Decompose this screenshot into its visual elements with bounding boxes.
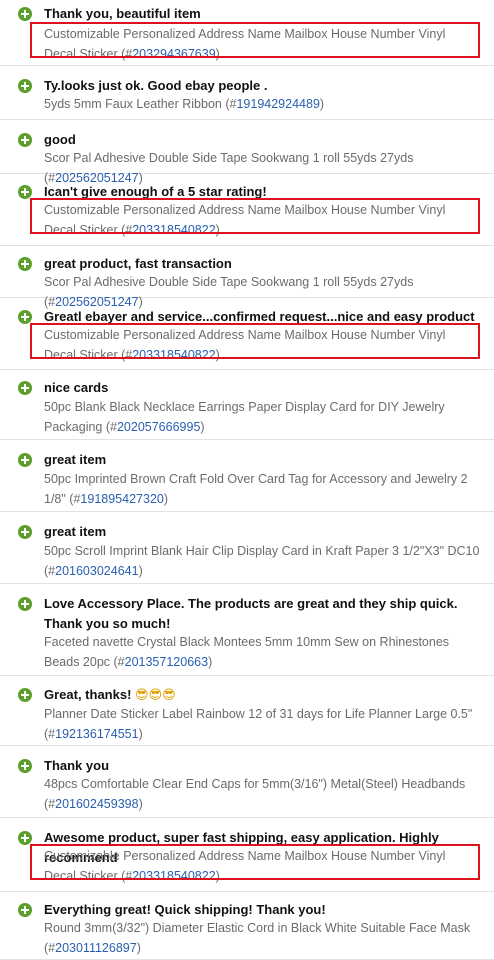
feedback-item: Love Accessory Place. The products are g…: [0, 584, 494, 676]
feedback-comment: nice cards: [44, 378, 486, 398]
highlight-box: [30, 323, 480, 359]
feedback-comment: good: [44, 130, 486, 150]
feedback-comment: great item: [44, 450, 486, 470]
positive-feedback-icon: [18, 79, 32, 93]
positive-feedback-icon: [18, 133, 32, 147]
positive-feedback-icon: [18, 597, 32, 611]
feedback-comment-text: Everything great! Quick shipping! Thank …: [44, 902, 326, 917]
feedback-item: Thank you 48pcs Comfortable Clear End Cap…: [0, 746, 494, 818]
feedback-comment: Love Accessory Place. The products are g…: [44, 594, 486, 634]
item-id-link[interactable]: 201357120663: [125, 655, 208, 669]
feedback-comment-text: Ty.looks just ok. Good ebay people .: [44, 78, 268, 93]
feedback-comment-text: Thank you: [44, 758, 110, 773]
item-id-link[interactable]: 201602459398: [55, 797, 138, 811]
feedback-item: Greatl ebayer and service...confirmed re…: [0, 298, 494, 370]
feedback-item: Ty.looks just ok. Good ebay people . 5yds…: [0, 66, 494, 120]
feedback-item: Awesome product, super fast shipping, ea…: [0, 818, 494, 892]
product-line: 48pcs Comfortable Clear End Caps for 5mm…: [44, 777, 466, 811]
positive-feedback-icon: [18, 831, 32, 845]
product-title: 48pcs Comfortable Clear End Caps for 5mm…: [44, 777, 466, 791]
feedback-comment-text: great item: [44, 452, 107, 467]
positive-feedback-icon: [18, 7, 32, 21]
product-line: Round 3mm(3/32") Diameter Elastic Cord i…: [44, 921, 471, 955]
item-id-link[interactable]: 191942924489: [236, 97, 319, 111]
feedback-item: Thank you, beautiful item Customizable Pe…: [0, 0, 494, 66]
feedback-item: nice cards 50pc Blank Black Necklace Earr…: [0, 370, 494, 440]
product-line: 50pc Scroll Imprint Blank Hair Clip Disp…: [44, 544, 480, 578]
highlight-box: [30, 844, 480, 880]
item-id-link[interactable]: 203011126897: [55, 941, 137, 955]
feedback-item: Great, thanks! 😎😎😎 Planner Date Sticker L…: [0, 676, 494, 746]
feedback-item: great item 50pc Scroll Imprint Blank Hair…: [0, 512, 494, 584]
item-id-link[interactable]: 202057666995: [117, 420, 200, 434]
product-title: Round 3mm(3/32") Diameter Elastic Cord i…: [44, 921, 471, 935]
feedback-item: great product, fast transaction Scor Pal …: [0, 246, 494, 309]
positive-feedback-icon: [18, 185, 32, 199]
feedback-comment-text: Ican't give enough of a 5 star rating!: [44, 184, 267, 199]
positive-feedback-icon: [18, 310, 32, 324]
sunglasses-emoji: 😎😎😎: [135, 687, 176, 702]
feedback-comment-text: Greatl ebayer and service...confirmed re…: [44, 309, 475, 324]
product-title: Planner Date Sticker Label Rainbow 12 of…: [44, 707, 473, 721]
positive-feedback-icon: [18, 759, 32, 773]
feedback-item: Everything great! Quick shipping! Thank …: [0, 892, 494, 960]
product-title: Scor Pal Adhesive Double Side Tape Sookw…: [44, 151, 414, 165]
feedback-comment-text: nice cards: [44, 380, 109, 395]
feedback-comment: great item: [44, 522, 486, 542]
positive-feedback-icon: [18, 688, 32, 702]
positive-feedback-icon: [18, 525, 32, 539]
positive-feedback-icon: [18, 453, 32, 467]
product-line: Faceted navette Crystal Black Montees 5m…: [44, 635, 450, 669]
feedback-comment-text: Great, thanks!: [44, 687, 132, 702]
feedback-comment-text: Thank you, beautiful item: [44, 6, 201, 21]
feedback-item: good Scor Pal Adhesive Double Side Tape S…: [0, 120, 494, 185]
product-line: Planner Date Sticker Label Rainbow 12 of…: [44, 707, 473, 741]
feedback-comment: Ty.looks just ok. Good ebay people .: [44, 76, 486, 96]
feedback-comment-text: Love Accessory Place. The products are g…: [44, 596, 458, 631]
feedback-item: great item 50pc Imprinted Brown Craft Fol…: [0, 440, 494, 512]
highlight-box: [30, 22, 480, 58]
feedback-comment: Everything great! Quick shipping! Thank …: [44, 900, 486, 920]
feedback-comment: great product, fast transaction: [44, 254, 486, 274]
feedback-comment-text: great product, fast transaction: [44, 256, 232, 271]
item-id-link[interactable]: 191895427320: [80, 492, 163, 506]
positive-feedback-icon: [18, 257, 32, 271]
product-line: 5yds 5mm Faux Leather Ribbon (#191942924…: [44, 97, 325, 111]
positive-feedback-icon: [18, 903, 32, 917]
positive-feedback-icon: [18, 381, 32, 395]
feedback-comment: Thank you, beautiful item: [44, 4, 486, 24]
product-title: Faceted navette Crystal Black Montees 5m…: [44, 635, 450, 669]
product-line: 50pc Imprinted Brown Craft Fold Over Car…: [44, 472, 468, 506]
feedback-list: Thank you, beautiful item Customizable Pe…: [0, 0, 494, 960]
feedback-item: Ican't give enough of a 5 star rating! Cu…: [0, 174, 494, 246]
feedback-comment: Thank you: [44, 756, 486, 776]
feedback-comment-text: great item: [44, 524, 107, 539]
item-id-link[interactable]: 192136174551: [55, 727, 138, 741]
product-title: Scor Pal Adhesive Double Side Tape Sookw…: [44, 275, 414, 289]
item-id-link[interactable]: 201603024641: [55, 564, 138, 578]
product-title: 50pc Blank Black Necklace Earrings Paper…: [44, 400, 445, 434]
product-title: 5yds 5mm Faux Leather Ribbon: [44, 97, 222, 111]
feedback-comment-text: good: [44, 132, 76, 147]
product-title: 50pc Scroll Imprint Blank Hair Clip Disp…: [44, 544, 480, 558]
highlight-box: [30, 198, 480, 234]
product-line: 50pc Blank Black Necklace Earrings Paper…: [44, 400, 445, 434]
feedback-comment: Great, thanks! 😎😎😎: [44, 685, 486, 705]
